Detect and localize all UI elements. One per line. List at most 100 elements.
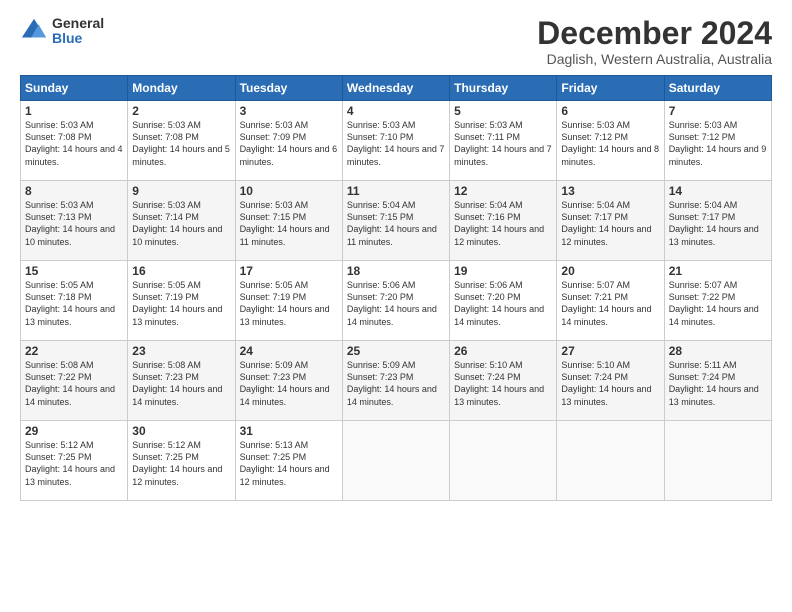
calendar-week-5: 29Sunrise: 5:12 AMSunset: 7:25 PMDayligh…	[21, 421, 772, 501]
calendar-cell: 23Sunrise: 5:08 AMSunset: 7:23 PMDayligh…	[128, 341, 235, 421]
day-info: Sunrise: 5:03 AMSunset: 7:08 PMDaylight:…	[25, 119, 123, 168]
header: General Blue December 2024 Daglish, West…	[20, 16, 772, 67]
day-info: Sunrise: 5:10 AMSunset: 7:24 PMDaylight:…	[561, 359, 659, 408]
calendar-cell: 20Sunrise: 5:07 AMSunset: 7:21 PMDayligh…	[557, 261, 664, 341]
calendar-cell: 16Sunrise: 5:05 AMSunset: 7:19 PMDayligh…	[128, 261, 235, 341]
calendar-cell: 7Sunrise: 5:03 AMSunset: 7:12 PMDaylight…	[664, 101, 771, 181]
calendar-cell	[557, 421, 664, 501]
calendar-cell: 4Sunrise: 5:03 AMSunset: 7:10 PMDaylight…	[342, 101, 449, 181]
day-number: 25	[347, 344, 445, 358]
day-info: Sunrise: 5:12 AMSunset: 7:25 PMDaylight:…	[132, 439, 230, 488]
calendar-week-3: 15Sunrise: 5:05 AMSunset: 7:18 PMDayligh…	[21, 261, 772, 341]
day-info: Sunrise: 5:03 AMSunset: 7:09 PMDaylight:…	[240, 119, 338, 168]
day-number: 3	[240, 104, 338, 118]
calendar-cell: 12Sunrise: 5:04 AMSunset: 7:16 PMDayligh…	[450, 181, 557, 261]
day-number: 9	[132, 184, 230, 198]
day-info: Sunrise: 5:13 AMSunset: 7:25 PMDaylight:…	[240, 439, 338, 488]
day-info: Sunrise: 5:03 AMSunset: 7:10 PMDaylight:…	[347, 119, 445, 168]
calendar-cell: 9Sunrise: 5:03 AMSunset: 7:14 PMDaylight…	[128, 181, 235, 261]
calendar-cell: 15Sunrise: 5:05 AMSunset: 7:18 PMDayligh…	[21, 261, 128, 341]
day-number: 1	[25, 104, 123, 118]
day-number: 6	[561, 104, 659, 118]
calendar-cell: 24Sunrise: 5:09 AMSunset: 7:23 PMDayligh…	[235, 341, 342, 421]
calendar-cell: 2Sunrise: 5:03 AMSunset: 7:08 PMDaylight…	[128, 101, 235, 181]
calendar-week-4: 22Sunrise: 5:08 AMSunset: 7:22 PMDayligh…	[21, 341, 772, 421]
day-number: 10	[240, 184, 338, 198]
day-number: 24	[240, 344, 338, 358]
col-friday: Friday	[557, 76, 664, 101]
day-info: Sunrise: 5:03 AMSunset: 7:15 PMDaylight:…	[240, 199, 338, 248]
calendar-cell	[664, 421, 771, 501]
calendar-cell: 21Sunrise: 5:07 AMSunset: 7:22 PMDayligh…	[664, 261, 771, 341]
logo-general: General	[52, 16, 104, 31]
calendar-cell: 29Sunrise: 5:12 AMSunset: 7:25 PMDayligh…	[21, 421, 128, 501]
title-area: December 2024 Daglish, Western Australia…	[537, 16, 772, 67]
logo-blue: Blue	[52, 31, 104, 46]
calendar-cell: 3Sunrise: 5:03 AMSunset: 7:09 PMDaylight…	[235, 101, 342, 181]
day-info: Sunrise: 5:04 AMSunset: 7:16 PMDaylight:…	[454, 199, 552, 248]
day-number: 17	[240, 264, 338, 278]
day-number: 12	[454, 184, 552, 198]
calendar-week-1: 1Sunrise: 5:03 AMSunset: 7:08 PMDaylight…	[21, 101, 772, 181]
day-info: Sunrise: 5:04 AMSunset: 7:17 PMDaylight:…	[669, 199, 767, 248]
day-info: Sunrise: 5:05 AMSunset: 7:19 PMDaylight:…	[240, 279, 338, 328]
day-info: Sunrise: 5:05 AMSunset: 7:18 PMDaylight:…	[25, 279, 123, 328]
day-info: Sunrise: 5:03 AMSunset: 7:12 PMDaylight:…	[561, 119, 659, 168]
page: General Blue December 2024 Daglish, West…	[0, 0, 792, 612]
day-info: Sunrise: 5:11 AMSunset: 7:24 PMDaylight:…	[669, 359, 767, 408]
calendar-title: December 2024	[537, 16, 772, 51]
calendar-cell: 13Sunrise: 5:04 AMSunset: 7:17 PMDayligh…	[557, 181, 664, 261]
day-number: 29	[25, 424, 123, 438]
calendar-cell: 27Sunrise: 5:10 AMSunset: 7:24 PMDayligh…	[557, 341, 664, 421]
day-number: 28	[669, 344, 767, 358]
day-number: 18	[347, 264, 445, 278]
day-number: 5	[454, 104, 552, 118]
header-row: Sunday Monday Tuesday Wednesday Thursday…	[21, 76, 772, 101]
day-number: 15	[25, 264, 123, 278]
calendar-cell	[450, 421, 557, 501]
col-saturday: Saturday	[664, 76, 771, 101]
calendar-cell: 8Sunrise: 5:03 AMSunset: 7:13 PMDaylight…	[21, 181, 128, 261]
calendar-cell: 5Sunrise: 5:03 AMSunset: 7:11 PMDaylight…	[450, 101, 557, 181]
day-info: Sunrise: 5:05 AMSunset: 7:19 PMDaylight:…	[132, 279, 230, 328]
day-info: Sunrise: 5:06 AMSunset: 7:20 PMDaylight:…	[454, 279, 552, 328]
col-monday: Monday	[128, 76, 235, 101]
day-number: 31	[240, 424, 338, 438]
day-number: 19	[454, 264, 552, 278]
day-number: 26	[454, 344, 552, 358]
calendar-cell: 22Sunrise: 5:08 AMSunset: 7:22 PMDayligh…	[21, 341, 128, 421]
day-info: Sunrise: 5:07 AMSunset: 7:22 PMDaylight:…	[669, 279, 767, 328]
calendar-cell: 28Sunrise: 5:11 AMSunset: 7:24 PMDayligh…	[664, 341, 771, 421]
logo-text: General Blue	[52, 16, 104, 47]
day-number: 16	[132, 264, 230, 278]
day-number: 20	[561, 264, 659, 278]
day-info: Sunrise: 5:08 AMSunset: 7:22 PMDaylight:…	[25, 359, 123, 408]
day-info: Sunrise: 5:08 AMSunset: 7:23 PMDaylight:…	[132, 359, 230, 408]
calendar-cell: 10Sunrise: 5:03 AMSunset: 7:15 PMDayligh…	[235, 181, 342, 261]
calendar-cell: 26Sunrise: 5:10 AMSunset: 7:24 PMDayligh…	[450, 341, 557, 421]
calendar-cell: 30Sunrise: 5:12 AMSunset: 7:25 PMDayligh…	[128, 421, 235, 501]
col-wednesday: Wednesday	[342, 76, 449, 101]
day-info: Sunrise: 5:04 AMSunset: 7:17 PMDaylight:…	[561, 199, 659, 248]
calendar-cell: 31Sunrise: 5:13 AMSunset: 7:25 PMDayligh…	[235, 421, 342, 501]
calendar-cell	[342, 421, 449, 501]
col-tuesday: Tuesday	[235, 76, 342, 101]
day-number: 8	[25, 184, 123, 198]
day-info: Sunrise: 5:10 AMSunset: 7:24 PMDaylight:…	[454, 359, 552, 408]
col-sunday: Sunday	[21, 76, 128, 101]
day-info: Sunrise: 5:07 AMSunset: 7:21 PMDaylight:…	[561, 279, 659, 328]
calendar-cell: 18Sunrise: 5:06 AMSunset: 7:20 PMDayligh…	[342, 261, 449, 341]
calendar-cell: 1Sunrise: 5:03 AMSunset: 7:08 PMDaylight…	[21, 101, 128, 181]
day-number: 23	[132, 344, 230, 358]
col-thursday: Thursday	[450, 76, 557, 101]
day-info: Sunrise: 5:12 AMSunset: 7:25 PMDaylight:…	[25, 439, 123, 488]
calendar-cell: 11Sunrise: 5:04 AMSunset: 7:15 PMDayligh…	[342, 181, 449, 261]
calendar-subtitle: Daglish, Western Australia, Australia	[537, 51, 772, 67]
calendar-cell: 6Sunrise: 5:03 AMSunset: 7:12 PMDaylight…	[557, 101, 664, 181]
day-number: 13	[561, 184, 659, 198]
day-info: Sunrise: 5:03 AMSunset: 7:08 PMDaylight:…	[132, 119, 230, 168]
day-number: 27	[561, 344, 659, 358]
day-info: Sunrise: 5:09 AMSunset: 7:23 PMDaylight:…	[347, 359, 445, 408]
calendar-cell: 19Sunrise: 5:06 AMSunset: 7:20 PMDayligh…	[450, 261, 557, 341]
calendar-cell: 17Sunrise: 5:05 AMSunset: 7:19 PMDayligh…	[235, 261, 342, 341]
